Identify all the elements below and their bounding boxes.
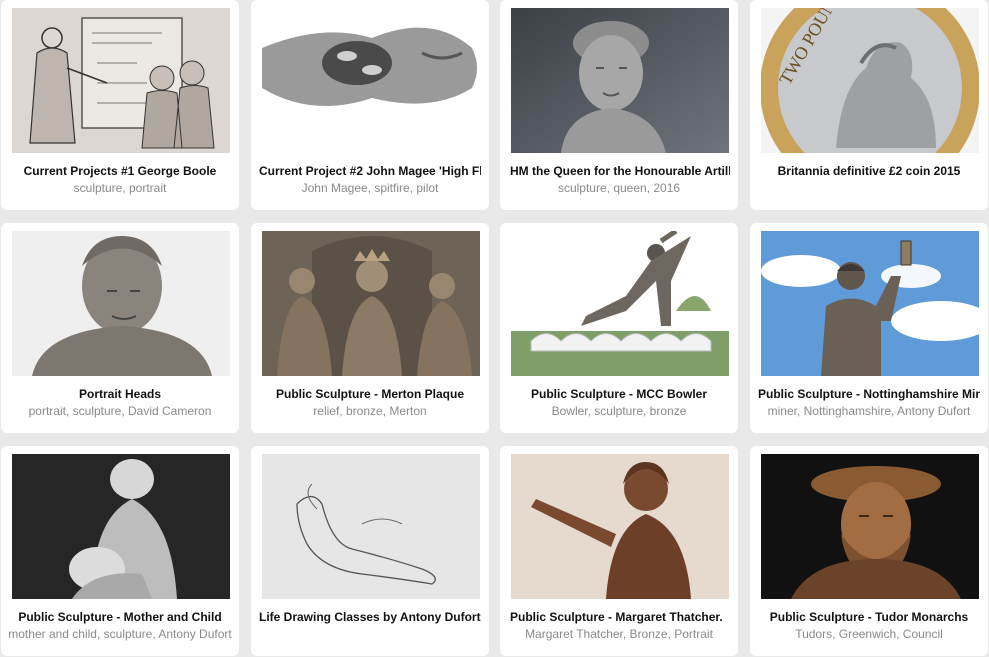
card-title: Current Projects #1 George Boole <box>23 164 217 178</box>
gallery-card-hm-queen[interactable]: HM the Queen for the Honourable Artiller… <box>500 0 738 210</box>
gallery-card-mcc-bowler[interactable]: Public Sculpture - MCC Bowler Bowler, sc… <box>500 223 738 433</box>
gallery-card-margaret-thatcher[interactable]: Public Sculpture - Margaret Thatcher. Ma… <box>500 446 738 656</box>
gallery-grid: Current Projects #1 George Boole sculptu… <box>0 0 989 657</box>
gallery-card-nottinghamshire-miner[interactable]: Public Sculpture - Nottinghamshire Miner… <box>750 223 988 433</box>
card-title: Life Drawing Classes by Antony Dufort <box>259 610 481 624</box>
card-title: Public Sculpture - Merton Plaque <box>275 387 465 401</box>
gallery-card-tudor-monarchs[interactable]: Public Sculpture - Tudor Monarchs Tudors… <box>750 446 988 656</box>
sculpture-face-image <box>262 8 480 153</box>
sketch-image <box>12 8 230 153</box>
card-title: Portrait Heads <box>78 387 162 401</box>
gallery-card-mother-and-child[interactable]: Public Sculpture - Mother and Child moth… <box>1 446 239 656</box>
gallery-card-life-drawing[interactable]: Life Drawing Classes by Antony Dufort <box>251 446 489 656</box>
bust-image <box>511 8 729 153</box>
card-tags: mother and child, sculpture, Antony Dufo… <box>8 627 232 641</box>
card-title: Britannia definitive £2 coin 2015 <box>777 164 961 178</box>
gallery-card-john-magee[interactable]: Current Project #2 John Magee 'High Flig… <box>251 0 489 210</box>
card-tags: Margaret Thatcher, Bronze, Portrait <box>525 627 713 641</box>
card-title: Current Project #2 John Magee 'High Flig… <box>259 164 481 178</box>
card-tags: miner, Nottinghamshire, Antony Dufort <box>767 404 971 418</box>
card-tags: Tudors, Greenwich, Council <box>795 627 943 641</box>
card-tags: portrait, sculpture, David Cameron <box>28 404 212 418</box>
card-tags: Bowler, sculpture, bronze <box>551 404 687 418</box>
gallery-card-britannia-coin[interactable]: TWO POUNDS Britannia definitive £2 coin … <box>750 0 988 210</box>
gallery-card-merton-plaque[interactable]: Public Sculpture - Merton Plaque relief,… <box>251 223 489 433</box>
card-title: Public Sculpture - Margaret Thatcher. <box>510 610 723 624</box>
card-tags: sculpture, queen, 2016 <box>557 181 681 195</box>
card-title: Public Sculpture - Nottinghamshire Miner <box>758 387 980 401</box>
card-title: Public Sculpture - MCC Bowler <box>530 387 707 401</box>
gallery-card-portrait-heads[interactable]: Portrait Heads portrait, sculpture, Davi… <box>1 223 239 433</box>
card-title: Public Sculpture - Tudor Monarchs <box>769 610 969 624</box>
sketch-image <box>262 454 480 599</box>
card-tags: John Magee, spitfire, pilot <box>301 181 439 195</box>
coin-image: TWO POUNDS <box>761 8 979 153</box>
bust-image <box>761 454 979 599</box>
card-title: HM the Queen for the Honourable Artiller… <box>510 164 730 178</box>
gallery-card-george-boole[interactable]: Current Projects #1 George Boole sculptu… <box>1 0 239 210</box>
statue-image <box>511 454 729 599</box>
sculpture-image <box>12 454 230 599</box>
statue-image <box>761 231 979 376</box>
bust-image <box>12 231 230 376</box>
card-tags: relief, bronze, Merton <box>313 404 427 418</box>
card-title: Public Sculpture - Mother and Child <box>18 610 222 624</box>
relief-image <box>262 231 480 376</box>
statue-image <box>511 231 729 376</box>
card-tags: sculpture, portrait <box>73 181 167 195</box>
